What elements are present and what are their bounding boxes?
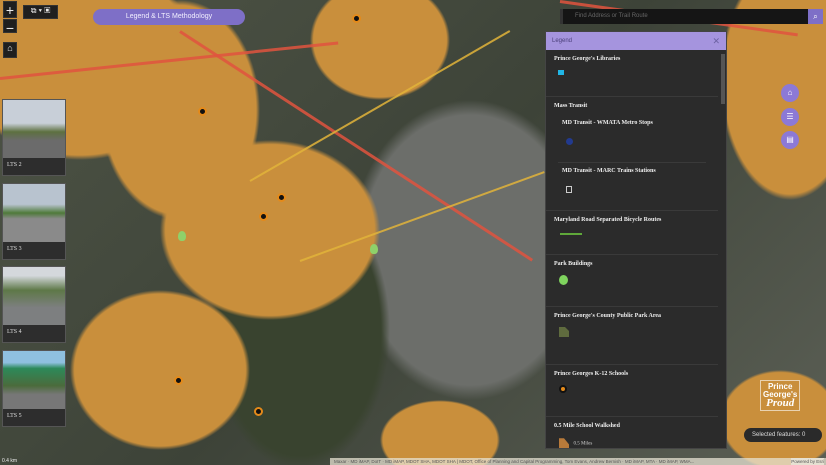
lts-label: LTS 2	[7, 162, 22, 168]
lts-thumbnail[interactable]: LTS 4	[2, 266, 66, 343]
library-icon	[558, 70, 564, 75]
lts-label: LTS 5	[7, 413, 22, 419]
basemap-layers-button[interactable]: ⧉ ▾ ▣	[23, 5, 58, 19]
school-icon[interactable]	[259, 212, 268, 221]
lts-thumbnail[interactable]: LTS 5	[2, 350, 66, 427]
legend-section-walkshed: 0.5 Mile School Walkshed 0.5 Miles	[546, 417, 718, 448]
home-tool-button[interactable]: ⌂	[781, 84, 799, 102]
legend-section-park-buildings: Park Buildings	[546, 255, 718, 307]
legend-methodology-button[interactable]: Legend & LTS Methodology	[93, 9, 245, 25]
search-icon[interactable]: ⌕	[808, 9, 823, 24]
legend-section-title: Park Buildings	[554, 261, 593, 267]
bookmark-tool-button[interactable]: ▤	[781, 131, 799, 149]
legend-section-title: Prince George's County Public Park Area	[554, 313, 662, 319]
park-building-icon	[559, 275, 568, 285]
zoom-out-button[interactable]: −	[3, 19, 17, 36]
zoom-in-button[interactable]: +	[3, 1, 17, 18]
legend-section-park-area: Prince George's County Public Park Area	[546, 307, 718, 365]
home-icon[interactable]: ⌂	[3, 42, 17, 58]
school-icon[interactable]	[174, 376, 183, 385]
park-building-icon[interactable]	[178, 231, 186, 241]
park-building-icon[interactable]	[370, 244, 378, 254]
legend-section-bicycle-routes: Maryland Road Separated Bicycle Routes	[546, 211, 718, 255]
school-icon[interactable]	[352, 14, 361, 23]
prince-georges-proud-logo: Prince George's Proud	[760, 380, 801, 411]
school-icon	[559, 385, 567, 393]
legend-section-title: 0.5 Mile School Walkshed	[554, 423, 620, 429]
legend-sublayer-title: MD Transit - MARC Trains Stations	[562, 168, 656, 174]
legend-scrollbar[interactable]	[721, 54, 725, 104]
lts-label: LTS 4	[7, 329, 22, 335]
selected-features-button[interactable]: Selected features: 0	[744, 428, 822, 442]
legend-header: Legend ✕	[546, 32, 726, 50]
legend-section-title: Prince Georges K-12 Schools	[554, 371, 629, 377]
selected-features-label: Selected features: 0	[752, 432, 806, 438]
list-tool-button[interactable]: ☰	[781, 108, 799, 126]
marc-train-icon	[566, 186, 572, 193]
walkshed-label: 0.5 Miles	[573, 441, 593, 447]
map-attribution: Maxar · MD iMAP, DoIT · MD iMAP, MDOT SH…	[330, 458, 826, 465]
attribution-text: Maxar · MD iMAP, DoIT · MD iMAP, MDOT SH…	[334, 459, 695, 464]
legend-section-schools: Prince Georges K-12 Schools	[546, 365, 718, 417]
school-icon[interactable]	[198, 107, 207, 116]
lts-label: LTS 3	[7, 246, 22, 252]
legend-sublayer-title: MD Transit - WMATA Metro Stops	[562, 120, 653, 126]
school-icon[interactable]	[254, 407, 263, 416]
bike-route-line-icon	[560, 233, 582, 235]
lts-thumbnail[interactable]: LTS 2	[2, 99, 66, 176]
close-icon[interactable]: ✕	[712, 32, 720, 50]
metro-stop-icon	[566, 138, 573, 145]
search-input[interactable]: Find Address or Trail Route	[563, 9, 808, 24]
legend-title: Legend	[552, 38, 573, 44]
legend-section-title: Prince George's Libraries	[554, 56, 621, 62]
park-area-swatch	[559, 327, 569, 337]
legend-panel: Legend ✕ Prince George's Libraries Mass T…	[545, 31, 727, 449]
legend-section-title: Mass Transit	[554, 103, 588, 109]
walkshed-swatch	[559, 438, 569, 448]
legend-section-libraries: Prince George's Libraries	[546, 50, 718, 97]
school-icon[interactable]	[277, 193, 286, 202]
lts-thumbnail[interactable]: LTS 3	[2, 183, 66, 260]
legend-section-mass-transit: Mass Transit MD Transit - WMATA Metro St…	[546, 97, 718, 211]
legend-section-title: Maryland Road Separated Bicycle Routes	[554, 217, 662, 223]
powered-by-esri[interactable]: Powered by Esri	[791, 458, 824, 465]
scale-bar: 0.4 km	[2, 458, 18, 464]
